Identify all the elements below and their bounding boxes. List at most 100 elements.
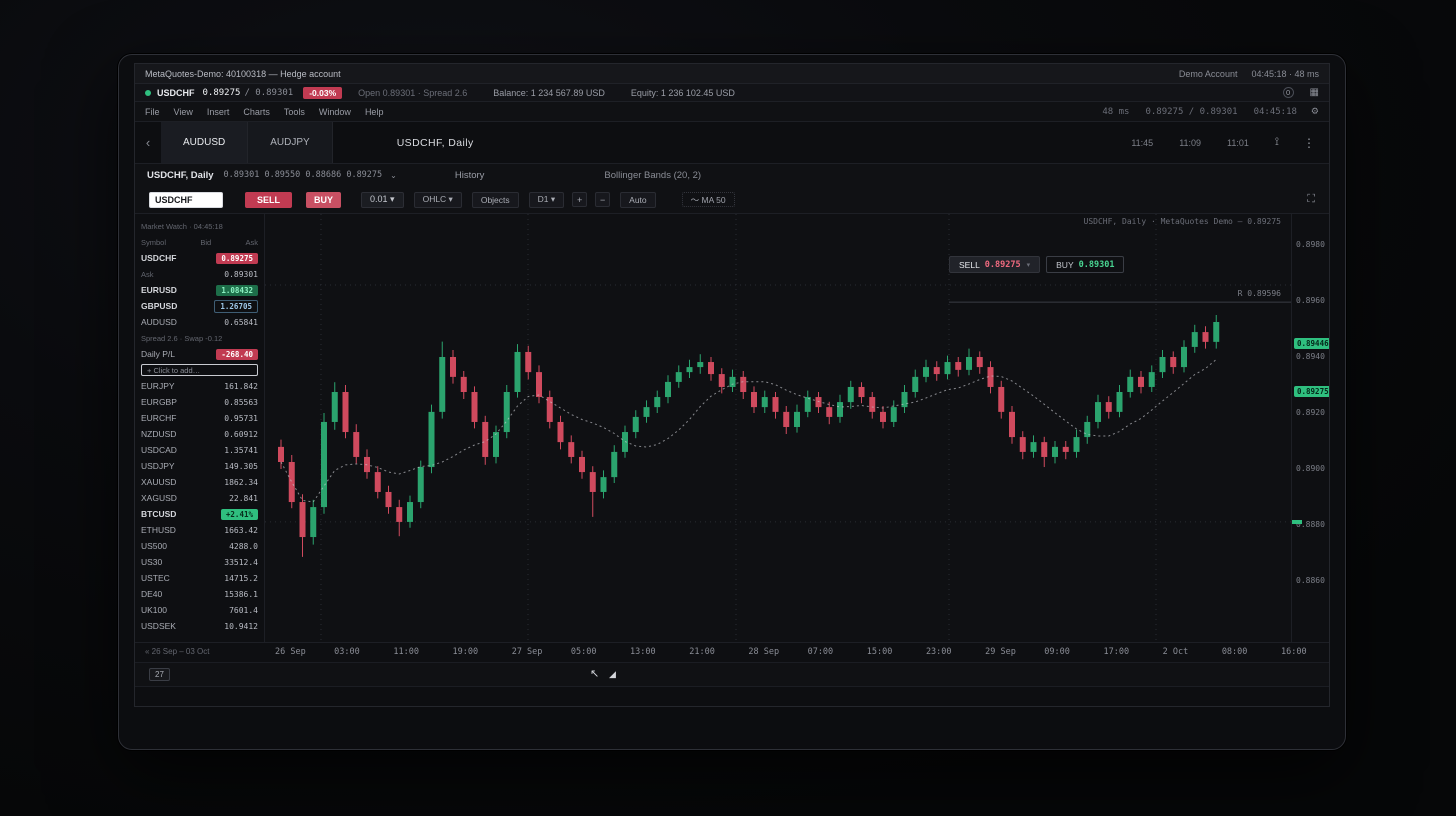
watchlist-row[interactable]: AUDUSD0.65841 bbox=[135, 314, 264, 330]
menu-item-window[interactable]: Window bbox=[319, 107, 351, 117]
timeframe-button[interactable]: D1 ▾ bbox=[529, 192, 565, 208]
menu-item-view[interactable]: View bbox=[174, 107, 193, 117]
candle bbox=[515, 344, 521, 397]
candle bbox=[536, 365, 542, 403]
watchlist-row[interactable]: USDJPY149.305 bbox=[135, 458, 264, 474]
watchlist-row[interactable]: XAGUSD22.841 bbox=[135, 490, 264, 506]
buy-button[interactable]: BUY bbox=[306, 192, 341, 208]
watchlist-text: 22.841 bbox=[229, 494, 258, 503]
resize-handle-icon: ◢ bbox=[609, 669, 616, 680]
watchlist-row[interactable]: EURJPY161.842 bbox=[135, 378, 264, 394]
zoom-out-button[interactable]: − bbox=[595, 192, 610, 207]
candle bbox=[568, 435, 574, 463]
watchlist-row[interactable]: BTCUSD+2.41% bbox=[135, 506, 264, 522]
watchlist-row[interactable]: USDCAD1.35741 bbox=[135, 442, 264, 458]
time-axis[interactable]: « 26 Sep – 03 Oct 26 Sep03:0011:0019:002… bbox=[135, 642, 1330, 662]
chart-type-button[interactable]: OHLC ▾ bbox=[414, 192, 462, 208]
object-count-chip[interactable]: 27 bbox=[149, 668, 170, 681]
price-axis-label: 0.8900 bbox=[1296, 464, 1325, 473]
ma-indicator-chip[interactable]: 〜 MA 50 bbox=[682, 192, 735, 207]
watchlist-row[interactable]: Daily P/L-268.40 bbox=[135, 346, 264, 362]
time-axis-label: 19:00 bbox=[453, 647, 479, 657]
menu-item-insert[interactable]: Insert bbox=[207, 107, 230, 117]
candle bbox=[977, 351, 983, 373]
watchlist-text: USTEC bbox=[141, 573, 170, 583]
kebab-menu-icon[interactable]: ⋮ bbox=[1303, 136, 1315, 150]
add-symbol-input[interactable]: + Click to add… bbox=[141, 364, 258, 376]
watchlist-row[interactable]: USDSEK10.9412 bbox=[135, 618, 264, 634]
watchlist-row[interactable]: Spread 2.6 · Swap -0.12 bbox=[135, 330, 264, 346]
candle bbox=[289, 455, 295, 508]
watchlist-row[interactable]: US3033512.4 bbox=[135, 554, 264, 570]
watchlist-row[interactable]: DE4015386.1 bbox=[135, 586, 264, 602]
candle bbox=[837, 395, 843, 423]
time-axis-label: 09:00 bbox=[1044, 647, 1070, 657]
menu-item-tools[interactable]: Tools bbox=[284, 107, 305, 117]
watchlist-row[interactable]: Ask0.89301 bbox=[135, 266, 264, 282]
grid-layout-icon[interactable]: ▦ bbox=[1310, 87, 1319, 98]
watchlist-row: SymbolBidAsk bbox=[135, 234, 264, 250]
chart-subheader: USDCHF, Daily 0.89301 0.89550 0.88686 0.… bbox=[135, 164, 1329, 186]
time-axis-label: 11:00 bbox=[393, 647, 419, 657]
price-axis[interactable]: 0.89800.89600.89400.89200.89000.88800.88… bbox=[1291, 214, 1330, 642]
watchlist-row[interactable]: NZDUSD0.60912 bbox=[135, 426, 264, 442]
time-axis-label: 29 Sep bbox=[985, 647, 1016, 657]
watchlist-row[interactable]: ETHUSD1663.42 bbox=[135, 522, 264, 538]
bottom-toolbar: 27 ↖ ◢ bbox=[135, 662, 1330, 686]
candle bbox=[1074, 430, 1080, 458]
watchlist-row[interactable]: UK1007601.4 bbox=[135, 602, 264, 618]
candle bbox=[310, 500, 316, 545]
candle bbox=[762, 391, 768, 413]
watchlist-row[interactable]: USTEC14715.2 bbox=[135, 570, 264, 586]
watchlist-row[interactable]: GBPUSD1.26705 bbox=[135, 298, 264, 314]
watchlist-text: Ask bbox=[141, 270, 154, 279]
candle bbox=[493, 426, 499, 464]
candle bbox=[1009, 406, 1015, 444]
symbol-search-input[interactable] bbox=[149, 192, 223, 208]
price-axis-label: 0.8920 bbox=[1296, 408, 1325, 417]
auto-scale-button[interactable]: Auto bbox=[620, 192, 656, 208]
candle bbox=[697, 354, 703, 374]
fullscreen-icon[interactable]: ⛶ bbox=[1307, 193, 1315, 206]
quote-open-info: Open 0.89301 · Spread 2.6 bbox=[358, 88, 467, 98]
watchlist-text: 7601.4 bbox=[229, 606, 258, 615]
watchlist-text: DE40 bbox=[141, 589, 162, 599]
watchlist-row[interactable]: EURUSD1.08432 bbox=[135, 282, 264, 298]
watchlist-row[interactable]: USDCHF0.89275 bbox=[135, 250, 264, 266]
watchlist-text: AUDUSD bbox=[141, 317, 177, 327]
sell-button[interactable]: SELL bbox=[245, 192, 292, 208]
indicator-label[interactable]: Bollinger Bands (20, 2) bbox=[604, 170, 701, 181]
candle bbox=[848, 381, 854, 409]
candle bbox=[1138, 371, 1144, 393]
session-time-1: 11:45 bbox=[1131, 138, 1153, 148]
watchlist-row[interactable]: EURCHF0.95731 bbox=[135, 410, 264, 426]
watchlist-row[interactable]: XAUUSD1862.34 bbox=[135, 474, 264, 490]
objects-button[interactable]: Objects bbox=[472, 192, 519, 208]
candle bbox=[1181, 340, 1187, 372]
menu-item-charts[interactable]: Charts bbox=[243, 107, 270, 117]
watchlist-text: EURCHF bbox=[141, 413, 176, 423]
watchlist-text: Bid bbox=[200, 238, 211, 247]
candlestick-chart[interactable]: USDCHF, Daily · MetaQuotes Demo — 0.8927… bbox=[265, 214, 1291, 642]
candle bbox=[429, 405, 435, 474]
back-arrow-icon[interactable]: ‹ bbox=[135, 135, 161, 150]
watchlist-text: EURJPY bbox=[141, 381, 175, 391]
volume-select[interactable]: 0.01 ▾ bbox=[361, 192, 404, 208]
watchlist-row[interactable]: US5004288.0 bbox=[135, 538, 264, 554]
tab-audjpy[interactable]: AUDJPY bbox=[248, 122, 332, 163]
chart-canvas[interactable] bbox=[265, 214, 1291, 642]
notification-count-badge[interactable]: 0 bbox=[1283, 87, 1294, 98]
tab-audusd[interactable]: AUDUSD bbox=[161, 122, 248, 163]
menu-item-help[interactable]: Help bbox=[365, 107, 384, 117]
time-axis-label: 28 Sep bbox=[748, 647, 779, 657]
watchlist-text: ETHUSD bbox=[141, 525, 176, 535]
main-area: Market Watch · 04:45:18SymbolBidAskUSDCH… bbox=[135, 214, 1330, 642]
menu-item-file[interactable]: File bbox=[145, 107, 160, 117]
zoom-in-button[interactable]: + bbox=[572, 192, 587, 207]
history-link[interactable]: History bbox=[455, 170, 485, 181]
gear-icon[interactable]: ⚙ bbox=[1311, 106, 1319, 117]
watchlist-row[interactable]: + Click to add… bbox=[135, 362, 264, 378]
watchlist-row[interactable]: EURGBP0.85563 bbox=[135, 394, 264, 410]
menubar-time: 04:45:18 bbox=[1254, 107, 1297, 117]
chevron-down-icon[interactable]: ⌄ bbox=[390, 171, 397, 180]
